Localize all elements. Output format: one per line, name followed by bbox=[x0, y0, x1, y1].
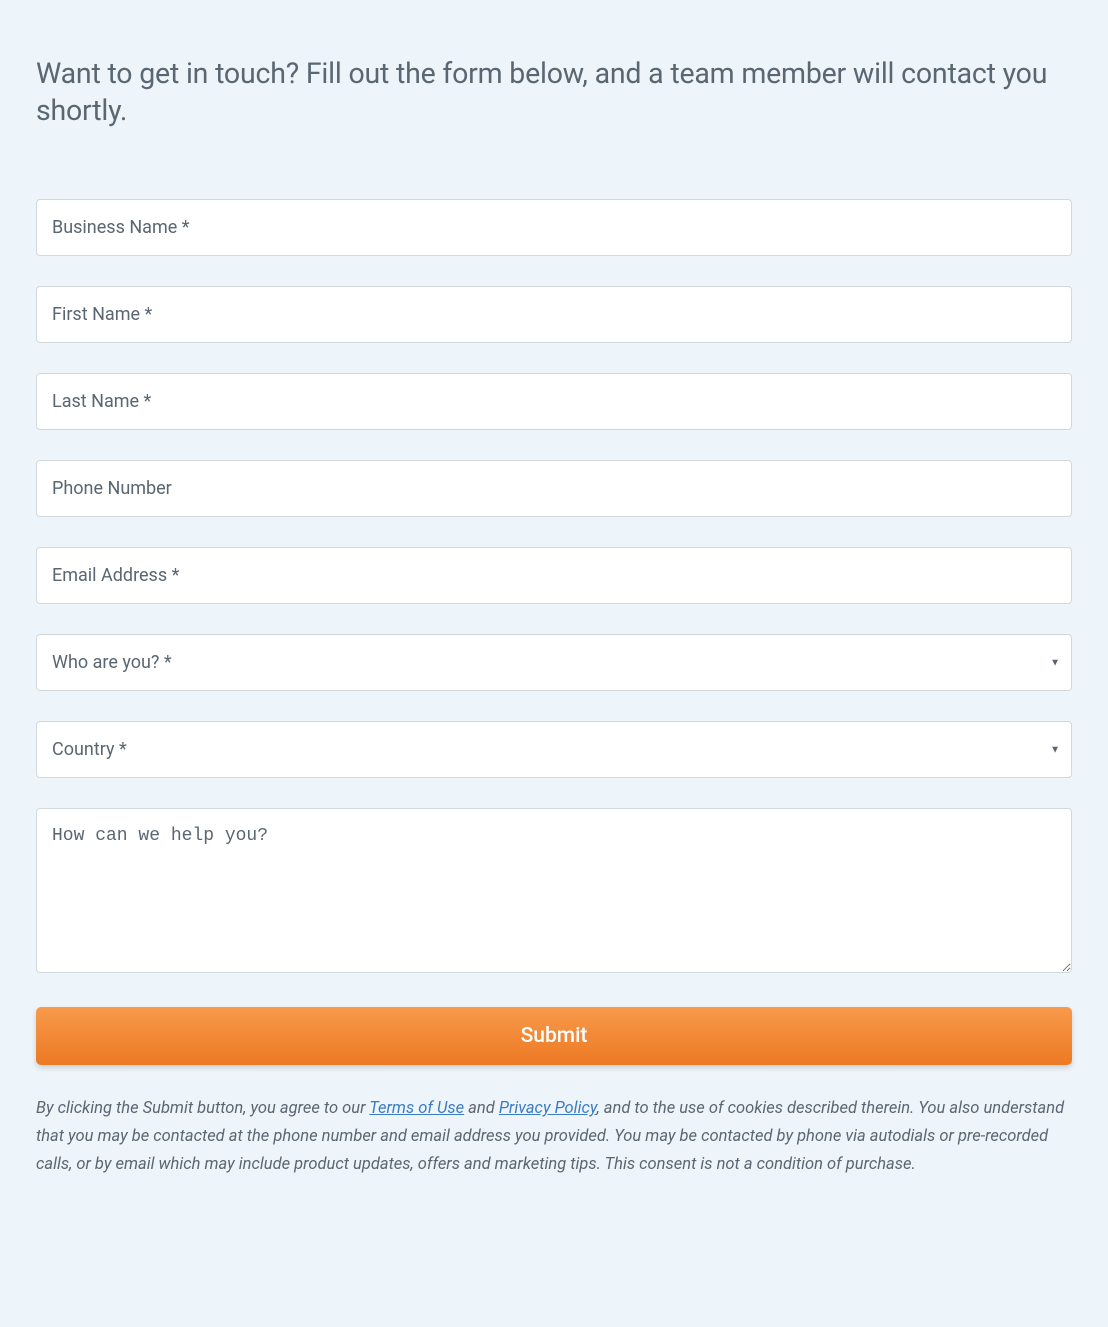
terms-of-use-link[interactable]: Terms of Use bbox=[369, 1099, 464, 1118]
country-select[interactable]: Country * bbox=[36, 721, 1072, 778]
last-name-input[interactable] bbox=[36, 373, 1072, 430]
phone-number-input[interactable] bbox=[36, 460, 1072, 517]
form-heading: Want to get in touch? Fill out the form … bbox=[36, 55, 1072, 129]
business-name-input[interactable] bbox=[36, 199, 1072, 256]
disclaimer-part2: and bbox=[464, 1099, 499, 1118]
privacy-policy-link[interactable]: Privacy Policy bbox=[499, 1099, 597, 1118]
email-address-input[interactable] bbox=[36, 547, 1072, 604]
disclaimer-part1: By clicking the Submit button, you agree… bbox=[36, 1099, 369, 1118]
message-textarea[interactable] bbox=[36, 808, 1072, 973]
who-are-you-select[interactable]: Who are you? * bbox=[36, 634, 1072, 691]
submit-button[interactable]: Submit bbox=[36, 1007, 1072, 1065]
first-name-input[interactable] bbox=[36, 286, 1072, 343]
disclaimer-text: By clicking the Submit button, you agree… bbox=[36, 1095, 1072, 1179]
contact-form: Who are you? * ▼ Country * ▼ Submit bbox=[36, 199, 1072, 1065]
